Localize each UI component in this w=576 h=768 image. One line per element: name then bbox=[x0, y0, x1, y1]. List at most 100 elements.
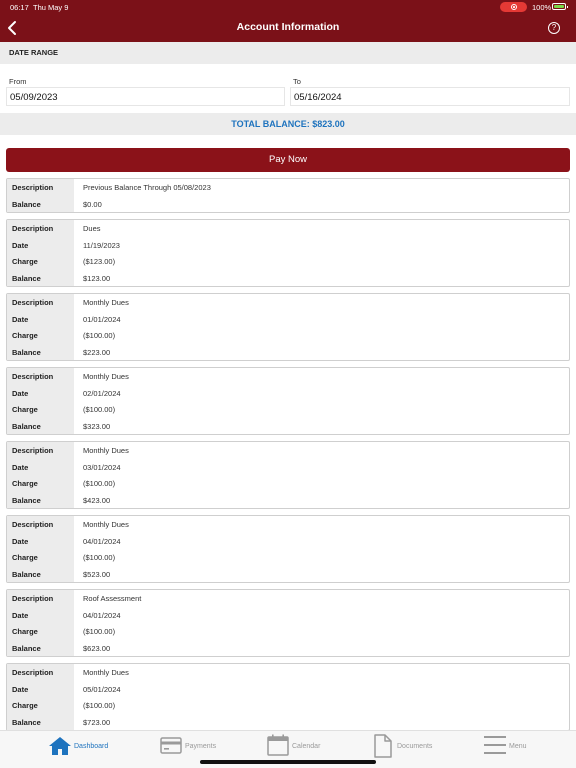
row-label: Balance bbox=[12, 569, 41, 579]
date-range-heading: DATE RANGE bbox=[9, 48, 59, 57]
tab-dashboard[interactable]: Dashboard bbox=[46, 731, 126, 761]
transaction-card: Description Monthly Dues Date 04/01/2024 Cha… bbox=[6, 515, 570, 583]
pay-now-button[interactable]: Pay Now bbox=[6, 148, 570, 172]
card-row: Charge ($100.00) bbox=[7, 623, 569, 640]
menu-icon bbox=[484, 736, 506, 754]
card-row: Description Monthly Dues bbox=[7, 294, 569, 311]
screen-recording-icon[interactable] bbox=[500, 2, 527, 12]
row-value: $123.00 bbox=[83, 273, 111, 283]
help-icon[interactable]: ? bbox=[548, 22, 560, 34]
card-row: Description Monthly Dues bbox=[7, 442, 569, 459]
card-row: Balance $223.00 bbox=[7, 344, 569, 361]
card-row: Balance $623.00 bbox=[7, 640, 569, 657]
row-label: Charge bbox=[12, 257, 38, 266]
to-label: To bbox=[293, 77, 301, 86]
transaction-card: Description Dues Date 11/19/2023 Charge ($123… bbox=[6, 219, 570, 287]
row-value: Previous Balance Through 05/08/2023 bbox=[83, 183, 211, 192]
row-label: Balance bbox=[12, 347, 41, 357]
row-value: ($100.00) bbox=[83, 701, 116, 710]
transaction-card: Description Monthly Dues Date 02/01/2024 Cha… bbox=[6, 367, 570, 435]
row-value: Monthly Dues bbox=[83, 520, 129, 529]
tab-label-payments: Payments bbox=[185, 743, 217, 750]
row-label: Description bbox=[12, 446, 54, 455]
card-row: Charge ($100.00) bbox=[7, 475, 569, 492]
row-label: Balance bbox=[12, 199, 41, 209]
card-row: Charge ($100.00) bbox=[7, 327, 569, 344]
card-row: Description Previous Balance Through 05/0… bbox=[7, 179, 569, 196]
row-value: $623.00 bbox=[83, 643, 111, 653]
card-row: Date 01/01/2024 bbox=[7, 311, 569, 328]
document-icon bbox=[374, 734, 392, 758]
row-value: Monthly Dues bbox=[83, 668, 129, 677]
row-label: Balance bbox=[12, 495, 41, 505]
date-range-section: DATE RANGE bbox=[0, 42, 576, 64]
row-value: Roof Assessment bbox=[83, 594, 142, 603]
row-label: Date bbox=[12, 462, 29, 472]
row-label: Date bbox=[12, 610, 29, 620]
from-date-field[interactable]: 05/09/2023 bbox=[6, 87, 285, 106]
row-value: 05/01/2024 bbox=[83, 684, 121, 694]
row-value: 03/01/2024 bbox=[83, 462, 121, 472]
row-value: Monthly Dues bbox=[83, 446, 129, 455]
card-row: Date 05/01/2024 bbox=[7, 681, 569, 698]
status-bar: 06:17 Thu May 9 100% bbox=[0, 0, 576, 14]
row-value: Monthly Dues bbox=[83, 372, 129, 381]
card-row: Charge ($123.00) bbox=[7, 253, 569, 270]
transaction-card: Description Monthly Dues Date 03/01/2024 Cha… bbox=[6, 441, 570, 509]
row-value: 02/01/2024 bbox=[83, 388, 121, 398]
row-label: Charge bbox=[12, 405, 38, 414]
home-icon bbox=[49, 737, 71, 755]
tab-documents[interactable]: Documents bbox=[372, 731, 452, 761]
total-balance: TOTAL BALANCE: $823.00 bbox=[231, 119, 345, 129]
row-value: ($123.00) bbox=[83, 257, 116, 266]
card-row: Date 11/19/2023 bbox=[7, 237, 569, 254]
row-value: ($100.00) bbox=[83, 553, 116, 562]
card-row: Date 02/01/2024 bbox=[7, 385, 569, 402]
battery-percent: 100% bbox=[532, 3, 552, 12]
row-value: $0.00 bbox=[83, 199, 102, 209]
row-label: Date bbox=[12, 536, 29, 546]
card-row: Charge ($100.00) bbox=[7, 697, 569, 714]
row-label: Charge bbox=[12, 627, 38, 636]
row-label: Date bbox=[12, 684, 29, 694]
page-title: Account Information bbox=[236, 21, 340, 33]
card-row: Description Monthly Dues bbox=[7, 368, 569, 385]
row-label: Description bbox=[12, 594, 54, 603]
row-label: Charge bbox=[12, 701, 38, 710]
row-label: Date bbox=[12, 240, 29, 250]
row-label: Date bbox=[12, 314, 29, 324]
tab-label-menu: Menu bbox=[509, 743, 527, 750]
transaction-card: Description Roof Assessment Date 04/01/2024… bbox=[6, 589, 570, 657]
row-label: Description bbox=[12, 298, 54, 307]
row-value: $323.00 bbox=[83, 421, 111, 431]
row-value: $523.00 bbox=[83, 569, 111, 579]
card-row: Balance $723.00 bbox=[7, 714, 569, 731]
card-row: Description Monthly Dues bbox=[7, 516, 569, 533]
row-label: Balance bbox=[12, 421, 41, 431]
row-value: ($100.00) bbox=[83, 479, 116, 488]
row-value: 11/19/2023 bbox=[83, 240, 120, 250]
row-label: Description bbox=[12, 224, 54, 233]
card-row: Balance $423.00 bbox=[7, 492, 569, 509]
tab-menu[interactable]: Menu bbox=[483, 731, 543, 761]
card-row: Description Monthly Dues bbox=[7, 664, 569, 681]
row-value: 04/01/2024 bbox=[83, 610, 121, 620]
calendar-icon bbox=[267, 734, 289, 756]
row-value: $423.00 bbox=[83, 495, 111, 505]
app-header: 06:17 Thu May 9 100% Account Information… bbox=[0, 0, 576, 42]
row-value: Monthly Dues bbox=[83, 298, 129, 307]
row-label: Date bbox=[12, 388, 29, 398]
card-row: Balance $0.00 bbox=[7, 196, 569, 213]
tab-calendar[interactable]: Calendar bbox=[266, 731, 346, 761]
row-value: ($100.00) bbox=[83, 405, 116, 414]
row-label: Description bbox=[12, 668, 54, 677]
transaction-list[interactable]: Description Previous Balance Through 05/0… bbox=[6, 178, 570, 730]
row-label: Description bbox=[12, 520, 54, 529]
row-label: Description bbox=[12, 372, 54, 381]
tab-payments[interactable]: Payments bbox=[159, 731, 239, 761]
row-label: Charge bbox=[12, 553, 38, 562]
row-value: 01/01/2024 bbox=[83, 314, 121, 324]
to-date-field[interactable]: 05/16/2024 bbox=[290, 87, 570, 106]
row-label: Charge bbox=[12, 479, 38, 488]
card-row: Balance $323.00 bbox=[7, 418, 569, 435]
